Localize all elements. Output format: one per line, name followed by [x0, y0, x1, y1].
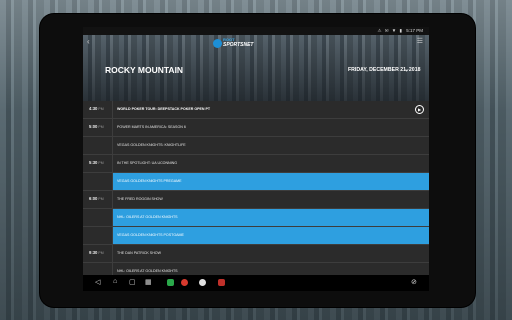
- program-title: POWER MARTS IN AMERICA: SEASON 6: [117, 125, 186, 129]
- schedule-time: 6:00PM: [89, 196, 104, 201]
- sportsnet-logo: ROOT SPORTSNET: [211, 37, 254, 50]
- program-cell[interactable]: NHL: OILERS AT GOLDEN KNIGHTS: [112, 209, 429, 226]
- schedule-time: 5:30PM: [89, 160, 104, 165]
- program-cell[interactable]: VEGAS GOLDEN KNIGHTS PREGAME: [112, 173, 429, 190]
- app-screen: ⚠ ✉ ▼ ▮ 5:17 PM ‹ ROOT SPORTSNET ☰ ROCKY…: [83, 27, 429, 291]
- app-shortcut-4-icon[interactable]: [218, 279, 225, 288]
- program-cell[interactable]: THE DAN PATRICK SHOW: [112, 245, 429, 262]
- schedule-time: [89, 142, 90, 147]
- program-title: NHL: OILERS AT GOLDEN KNIGHTS: [117, 215, 178, 219]
- schedule-row[interactable]: 6:00PM THE FRED ROGGIN SHOW: [83, 191, 429, 209]
- header-hero: ‹ ROOT SPORTSNET ☰ ROCKY MOUNTAIN FRIDAY…: [83, 35, 429, 101]
- menu-icon[interactable]: ☰: [417, 37, 423, 45]
- schedule-time-ampm: PM: [98, 161, 104, 165]
- home-nav-icon[interactable]: ⌂: [113, 278, 117, 285]
- schedule-row[interactable]: 9:30PM THE DAN PATRICK SHOW: [83, 245, 429, 263]
- schedule-time: [89, 268, 90, 273]
- extra-nav-icon[interactable]: ⊘: [411, 278, 417, 286]
- schedule-time-value: 5:30: [89, 160, 98, 165]
- status-time: 5:17 PM: [406, 28, 423, 33]
- schedule-time-ampm: PM: [98, 107, 104, 111]
- program-cell[interactable]: IN THE SPOTLIGHT: UA UCONNING: [112, 155, 429, 172]
- schedule-row[interactable]: VEGAS GOLDEN KNIGHTS PREGAME: [83, 173, 429, 191]
- program-cell[interactable]: VEGAS GOLDEN KNIGHTS POSTGAME: [112, 227, 429, 244]
- schedule-time: [89, 214, 90, 219]
- schedule-time: 9:30PM: [89, 250, 104, 255]
- logo-bottom-text: SPORTSNET: [223, 42, 254, 48]
- schedule-time-value: 6:00: [89, 196, 98, 201]
- chevron-down-icon[interactable]: ⌄: [404, 65, 410, 73]
- schedule-row[interactable]: VEGAS GOLDEN KNIGHTS POSTGAME: [83, 227, 429, 245]
- schedule-time-value: 9:30: [89, 250, 98, 255]
- schedule-time-value: 4:30: [89, 106, 98, 111]
- schedule-row[interactable]: 5:30PM IN THE SPOTLIGHT: UA UCONNING: [83, 155, 429, 173]
- schedule-row[interactable]: VEGAS GOLDEN KNIGHTS: KNIGHTLIFE: [83, 137, 429, 155]
- schedule-time-value: 5:00: [89, 124, 98, 129]
- program-title: WORLD POKER TOUR: DEEPSTACK POKER OPEN P…: [117, 107, 211, 111]
- android-nav-bar: ◁ ⌂ ▢ ▦ ⊘: [83, 275, 429, 291]
- schedule-row[interactable]: 4:30PM WORLD POKER TOUR: DEEPSTACK POKER …: [83, 101, 429, 119]
- app-shortcut-3-icon[interactable]: [199, 279, 206, 288]
- status-icons: ⚠ ✉ ▼ ▮: [377, 28, 403, 33]
- program-title: NHL: OILERS AT GOLDEN KNIGHTS: [117, 269, 178, 273]
- schedule-time-ampm: PM: [98, 251, 104, 255]
- play-icon[interactable]: ▶: [415, 105, 424, 114]
- schedule-time-ampm: PM: [98, 197, 104, 201]
- logo-disc: [213, 39, 222, 48]
- app-shortcut-2-icon[interactable]: [181, 279, 188, 288]
- apps-nav-icon[interactable]: ▦: [145, 278, 152, 286]
- app-shortcut-1-icon[interactable]: [167, 279, 174, 288]
- schedule-list: 4:30PM WORLD POKER TOUR: DEEPSTACK POKER …: [83, 101, 429, 275]
- recents-nav-icon[interactable]: ▢: [129, 278, 136, 286]
- schedule-time: [89, 178, 90, 183]
- program-cell[interactable]: WORLD POKER TOUR: DEEPSTACK POKER OPEN P…: [112, 101, 429, 118]
- schedule-time-ampm: PM: [98, 125, 104, 129]
- status-bar: ⚠ ✉ ▼ ▮ 5:17 PM: [83, 27, 429, 35]
- schedule-row[interactable]: NHL: OILERS AT GOLDEN KNIGHTS: [83, 209, 429, 227]
- schedule-row[interactable]: 5:00PM POWER MARTS IN AMERICA: SEASON 6: [83, 119, 429, 137]
- program-title: THE FRED ROGGIN SHOW: [117, 197, 163, 201]
- program-cell[interactable]: THE FRED ROGGIN SHOW: [112, 191, 429, 208]
- schedule-time: 4:30PM: [89, 106, 104, 111]
- program-title: IN THE SPOTLIGHT: UA UCONNING: [117, 161, 178, 165]
- region-title: ROCKY MOUNTAIN: [105, 65, 184, 75]
- program-title: THE DAN PATRICK SHOW: [117, 251, 161, 255]
- program-title: VEGAS GOLDEN KNIGHTS PREGAME: [117, 179, 182, 183]
- program-title: VEGAS GOLDEN KNIGHTS: KNIGHTLIFE: [117, 143, 186, 147]
- schedule-time: 5:00PM: [89, 124, 104, 129]
- schedule-row[interactable]: NHL: OILERS AT GOLDEN KNIGHTS: [83, 263, 429, 275]
- program-cell[interactable]: POWER MARTS IN AMERICA: SEASON 6: [112, 119, 429, 136]
- back-nav-icon[interactable]: ◁: [95, 278, 100, 286]
- program-cell[interactable]: VEGAS GOLDEN KNIGHTS: KNIGHTLIFE: [112, 137, 429, 154]
- program-title: VEGAS GOLDEN KNIGHTS POSTGAME: [117, 233, 184, 237]
- back-arrow-icon[interactable]: ‹: [87, 37, 90, 46]
- program-cell[interactable]: NHL: OILERS AT GOLDEN KNIGHTS: [112, 263, 429, 275]
- schedule-time: [89, 232, 90, 237]
